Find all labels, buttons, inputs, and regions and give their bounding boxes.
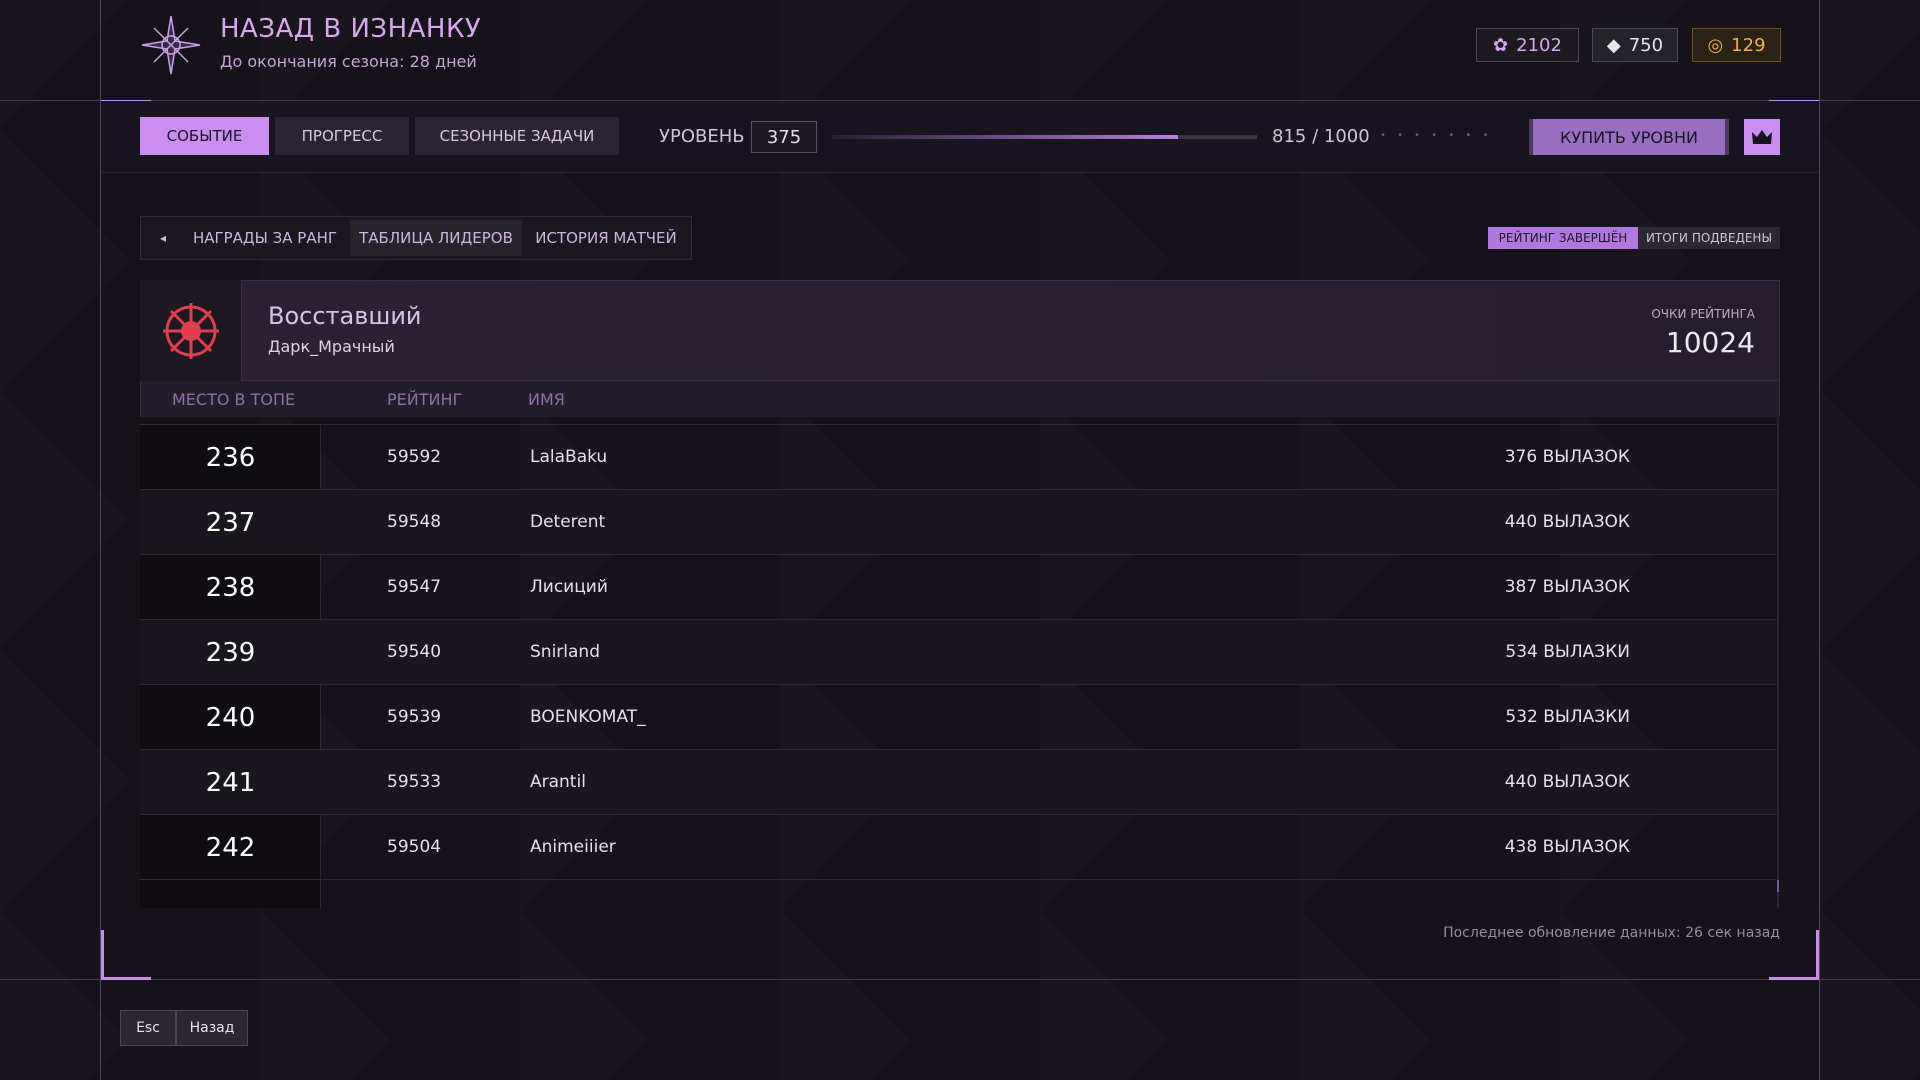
panel-corner: [101, 930, 151, 980]
subtab-leaderboard[interactable]: ТАБЛИЦА ЛИДЕРОВ: [350, 220, 522, 256]
row-sorties: 387 ВЫЛАЗОК: [1504, 577, 1630, 597]
flower-icon: ✿: [1493, 34, 1509, 56]
table-row[interactable]: 238 59547 Лисиций 387 ВЫЛАЗОК: [140, 555, 1778, 620]
frame-line-right: [1819, 0, 1820, 1080]
row-rating: 59504: [387, 837, 442, 857]
level-progress-fill: [832, 135, 1179, 139]
row-rating: 59547: [387, 577, 442, 597]
rating-points-value: 10024: [1665, 326, 1755, 359]
table-row[interactable]: 237 59548 Deterent 440 ВЫЛАЗОК: [140, 490, 1778, 555]
table-row[interactable]: 241 59533 Arantil 440 ВЫЛАЗОК: [140, 750, 1778, 815]
currency-coins[interactable]: ◎ 129: [1692, 28, 1781, 62]
player-rank-title: Восставший: [268, 302, 422, 330]
row-sorties: 438 ВЫЛАЗОК: [1504, 837, 1630, 857]
row-rating: 59540: [387, 642, 442, 662]
row-rating: 59539: [387, 707, 442, 727]
subtabs-back-arrow-icon[interactable]: ◂: [146, 220, 180, 256]
level-value: 375: [751, 121, 817, 153]
tab-event[interactable]: СОБЫТИЕ: [140, 117, 269, 155]
level-progress-text: 815 / 1000: [1272, 126, 1370, 147]
season-countdown: До окончания сезона: 28 дней: [220, 52, 477, 71]
row-player-name: BOENKOMAT_: [530, 707, 646, 727]
currency-value: 129: [1731, 34, 1766, 56]
column-header-name: ИМЯ: [528, 390, 565, 409]
currency-value: 750: [1628, 34, 1664, 56]
row-sorties: 376 ВЫЛАЗОК: [1504, 447, 1630, 467]
row-player-name: Лисиций: [530, 577, 608, 597]
row-rating: 59548: [387, 512, 442, 532]
buy-levels-button[interactable]: КУПИТЬ УРОВНИ: [1529, 119, 1729, 155]
row-rank: 239: [205, 637, 256, 668]
subtab-match-history[interactable]: ИСТОРИЯ МАТЧЕЙ: [526, 220, 686, 256]
row-player-name: LalaBaku: [530, 447, 608, 467]
row-sorties: 534 ВЫЛАЗКИ: [1505, 642, 1630, 662]
row-rank: 237: [205, 507, 256, 538]
crown-button[interactable]: [1744, 119, 1780, 155]
currency-shards[interactable]: ◆ 750: [1592, 28, 1678, 62]
table-row[interactable]: 239 59540 Snirland 534 ВЫЛАЗКИ: [140, 620, 1778, 685]
scrollbar-thumb[interactable]: [1777, 880, 1779, 892]
table-row[interactable]: 240 59539 BOENKOMAT_ 532 ВЫЛАЗКИ: [140, 685, 1778, 750]
shard-icon: ◆: [1606, 34, 1621, 56]
row-rating: 59533: [387, 772, 442, 792]
row-sorties: 532 ВЫЛАЗКИ: [1505, 707, 1630, 727]
table-header: [140, 381, 1780, 417]
row-rank: 240: [205, 702, 256, 733]
column-header-rank: МЕСТО В ТОПЕ: [172, 390, 296, 409]
currency-flowers[interactable]: ✿ 2102: [1476, 28, 1579, 62]
esc-key[interactable]: Esc: [120, 1010, 176, 1046]
season-logo-icon: [140, 14, 202, 76]
leaderboard-table[interactable]: 236 59592 LalaBaku 376 ВЫЛАЗОК 237 59548 Deter…: [140, 424, 1778, 908]
row-sorties: 440 ВЫЛАЗОК: [1504, 772, 1630, 792]
rating-points-label: ОЧКИ РЕЙТИНГА: [1651, 307, 1755, 321]
level-dots: • • • • • • •: [1380, 130, 1493, 141]
row-rating: 59592: [387, 447, 442, 467]
player-name: Дарк_Мрачный: [268, 337, 395, 356]
row-rank: 241: [205, 767, 256, 798]
rank-emblem-icon: [162, 302, 219, 359]
tab-progress[interactable]: ПРОГРЕСС: [275, 117, 409, 155]
row-rank: 242: [205, 832, 256, 863]
row-sorties: 440 ВЫЛАЗОК: [1504, 512, 1630, 532]
row-player-name: Animeiiier: [530, 837, 616, 857]
row-player-name: Arantil: [530, 772, 586, 792]
status-badge-rating-done: РЕЙТИНГ ЗАВЕРШЁН: [1488, 227, 1638, 249]
frame-line-bottom: [0, 979, 1920, 980]
back-button[interactable]: Назад: [176, 1010, 248, 1046]
subtab-rank-rewards[interactable]: НАГРАДЫ ЗА РАНГ: [186, 220, 344, 256]
row-player-name: Deterent: [530, 512, 606, 532]
last-update-note: Последнее обновление данных: 26 сек наза…: [1443, 925, 1780, 941]
season-title: НАЗАД В ИЗНАНКУ: [220, 14, 482, 44]
currency-value: 2102: [1516, 34, 1562, 56]
coin-icon: ◎: [1707, 34, 1724, 56]
row-rank: 238: [205, 572, 256, 603]
back-control[interactable]: Esc Назад: [120, 1010, 248, 1046]
player-card: [140, 280, 1780, 381]
tab-season-tasks[interactable]: СЕЗОННЫЕ ЗАДАЧИ: [415, 117, 619, 155]
row-rank: 236: [205, 442, 256, 473]
avatar: [140, 280, 242, 381]
crown-icon: [1752, 130, 1772, 144]
level-label: УРОВЕНЬ: [659, 126, 745, 147]
scrollbar-track[interactable]: [1777, 417, 1779, 908]
level-progress-bar: [832, 135, 1257, 139]
table-row[interactable]: 242 59504 Animeiiier 438 ВЫЛАЗОК: [140, 815, 1778, 880]
status-badge-results: ИТОГИ ПОДВЕДЕНЫ: [1638, 227, 1780, 249]
table-row[interactable]: 236 59592 LalaBaku 376 ВЫЛАЗОК: [140, 425, 1778, 490]
row-player-name: Snirland: [530, 642, 600, 662]
column-header-rating: РЕЙТИНГ: [387, 390, 463, 409]
